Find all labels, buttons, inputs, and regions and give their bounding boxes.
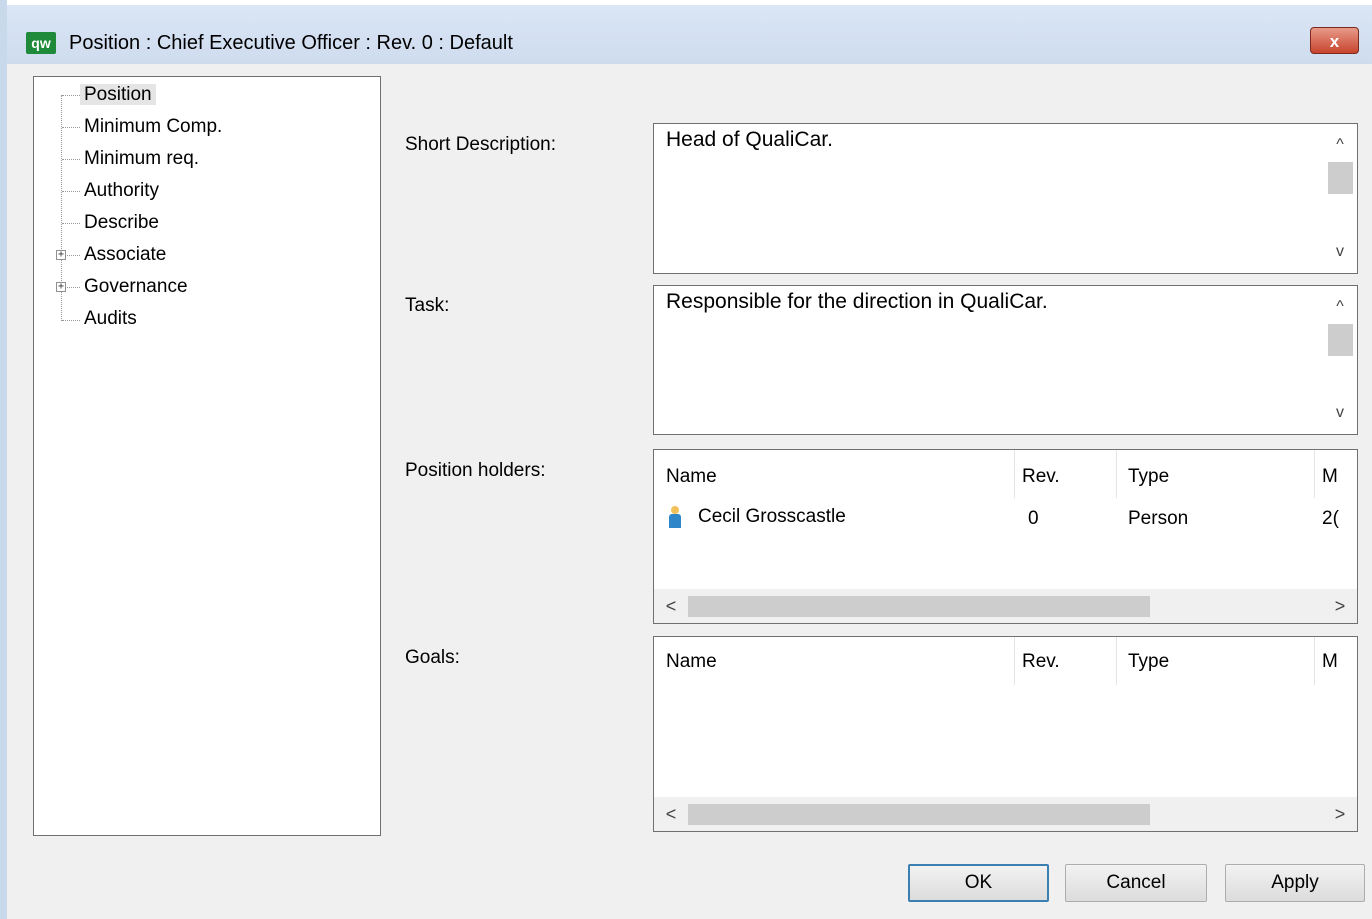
tree-item-label: Audits — [84, 308, 137, 329]
tree-item-label: Governance — [84, 276, 188, 297]
scroll-left-icon[interactable]: < — [654, 797, 688, 831]
tree-branch — [62, 320, 80, 321]
task-text: Responsible for the direction in QualiCa… — [666, 290, 1048, 313]
cell-m: 2( — [1322, 508, 1339, 529]
tree-branch — [67, 287, 80, 288]
column-header-name[interactable]: Name — [666, 466, 717, 488]
tree-item-authority[interactable]: Authority — [80, 177, 163, 205]
tree-item-label: Associate — [84, 244, 167, 265]
task-field[interactable]: Responsible for the direction in QualiCa… — [653, 285, 1358, 435]
tree-item-minimum-comp[interactable]: Minimum Comp. — [80, 113, 226, 141]
task-label: Task: — [405, 295, 450, 316]
scroll-up-icon[interactable]: ^ — [1323, 292, 1357, 322]
horizontal-scrollbar[interactable]: < > — [654, 797, 1357, 831]
horizontal-scrollbar[interactable]: < > — [654, 589, 1357, 623]
column-header-type[interactable]: Type — [1128, 651, 1169, 673]
cell-name[interactable]: Cecil Grosscastle — [668, 506, 846, 528]
window-title: Position : Chief Executive Officer : Rev… — [69, 32, 513, 54]
tree-item-label: Authority — [84, 180, 159, 201]
scroll-thumb[interactable] — [1328, 324, 1353, 356]
scroll-right-icon[interactable]: > — [1323, 589, 1357, 623]
expand-icon[interactable]: + — [56, 250, 66, 260]
tree-branch — [67, 255, 80, 256]
tree-branch — [62, 127, 80, 128]
tree-branch — [62, 223, 80, 224]
column-divider[interactable] — [1014, 637, 1015, 685]
scroll-up-icon[interactable]: ^ — [1323, 130, 1357, 160]
position-dialog: qw Position : Chief Executive Officer : … — [0, 0, 1372, 919]
tree-item-label: Position — [80, 84, 156, 105]
title-bar[interactable]: qw Position : Chief Executive Officer : … — [7, 0, 1372, 64]
column-header-m[interactable]: M — [1322, 651, 1338, 673]
column-header-m[interactable]: M — [1322, 466, 1338, 488]
holder-name: Cecil Grosscastle — [698, 506, 846, 528]
column-divider[interactable] — [1014, 450, 1015, 498]
goals-list[interactable]: Name Rev. Type M < > — [653, 636, 1358, 832]
position-holders-label: Position holders: — [405, 460, 546, 481]
column-header-rev[interactable]: Rev. — [1022, 466, 1060, 488]
position-holders-list[interactable]: Name Rev. Type M Cecil Grosscastle 0 Per… — [653, 449, 1358, 624]
ok-button[interactable]: OK — [908, 864, 1049, 902]
tree-branch — [62, 191, 80, 192]
tree-item-label: Describe — [84, 212, 159, 233]
cell-type: Person — [1128, 508, 1189, 529]
app-logo-icon: qw — [26, 32, 56, 54]
vertical-scrollbar[interactable]: ^ v — [1323, 286, 1357, 434]
cell-rev: 0 — [1028, 508, 1039, 529]
column-header-name[interactable]: Name — [666, 651, 717, 673]
scroll-thumb[interactable] — [1328, 162, 1353, 194]
column-divider[interactable] — [1116, 450, 1117, 498]
scroll-down-icon[interactable]: v — [1323, 398, 1357, 428]
cancel-button[interactable]: Cancel — [1065, 864, 1207, 902]
tree-item-describe[interactable]: Describe — [80, 209, 163, 237]
scroll-right-icon[interactable]: > — [1323, 797, 1357, 831]
expand-icon[interactable]: + — [56, 282, 66, 292]
tree-item-associate[interactable]: Associate — [80, 241, 170, 269]
tree-item-label: Minimum Comp. — [84, 116, 223, 137]
tree-item-position[interactable]: Position — [80, 81, 156, 109]
tree-item-governance[interactable]: Governance — [80, 273, 192, 301]
scroll-thumb[interactable] — [688, 596, 1150, 617]
person-icon — [668, 506, 682, 528]
scroll-down-icon[interactable]: v — [1323, 237, 1357, 267]
column-header-rev[interactable]: Rev. — [1022, 651, 1060, 673]
column-divider[interactable] — [1116, 637, 1117, 685]
column-divider[interactable] — [1314, 450, 1315, 498]
title-bar-edge — [7, 0, 1372, 5]
column-header-type[interactable]: Type — [1128, 466, 1169, 488]
goals-label: Goals: — [405, 647, 460, 668]
scroll-left-icon[interactable]: < — [654, 589, 688, 623]
short-description-label: Short Description: — [405, 134, 557, 155]
scroll-thumb[interactable] — [688, 804, 1150, 825]
tree-item-audits[interactable]: Audits — [80, 305, 141, 333]
tree-item-label: Minimum req. — [84, 148, 200, 169]
section-tree[interactable]: Position Minimum Comp. Minimum req. Auth… — [33, 76, 381, 836]
tree-item-minimum-req[interactable]: Minimum req. — [80, 145, 203, 173]
short-description-text: Head of QualiCar. — [666, 128, 833, 151]
short-description-field[interactable]: Head of QualiCar. ^ v — [653, 123, 1358, 274]
vertical-scrollbar[interactable]: ^ v — [1323, 124, 1357, 273]
tree-branch — [62, 95, 80, 96]
table-row[interactable]: Cecil Grosscastle 0 Person 2( — [654, 498, 1357, 538]
tree-branch — [62, 159, 80, 160]
apply-button[interactable]: Apply — [1225, 864, 1365, 902]
column-divider[interactable] — [1314, 637, 1315, 685]
close-button[interactable]: x — [1310, 27, 1359, 54]
